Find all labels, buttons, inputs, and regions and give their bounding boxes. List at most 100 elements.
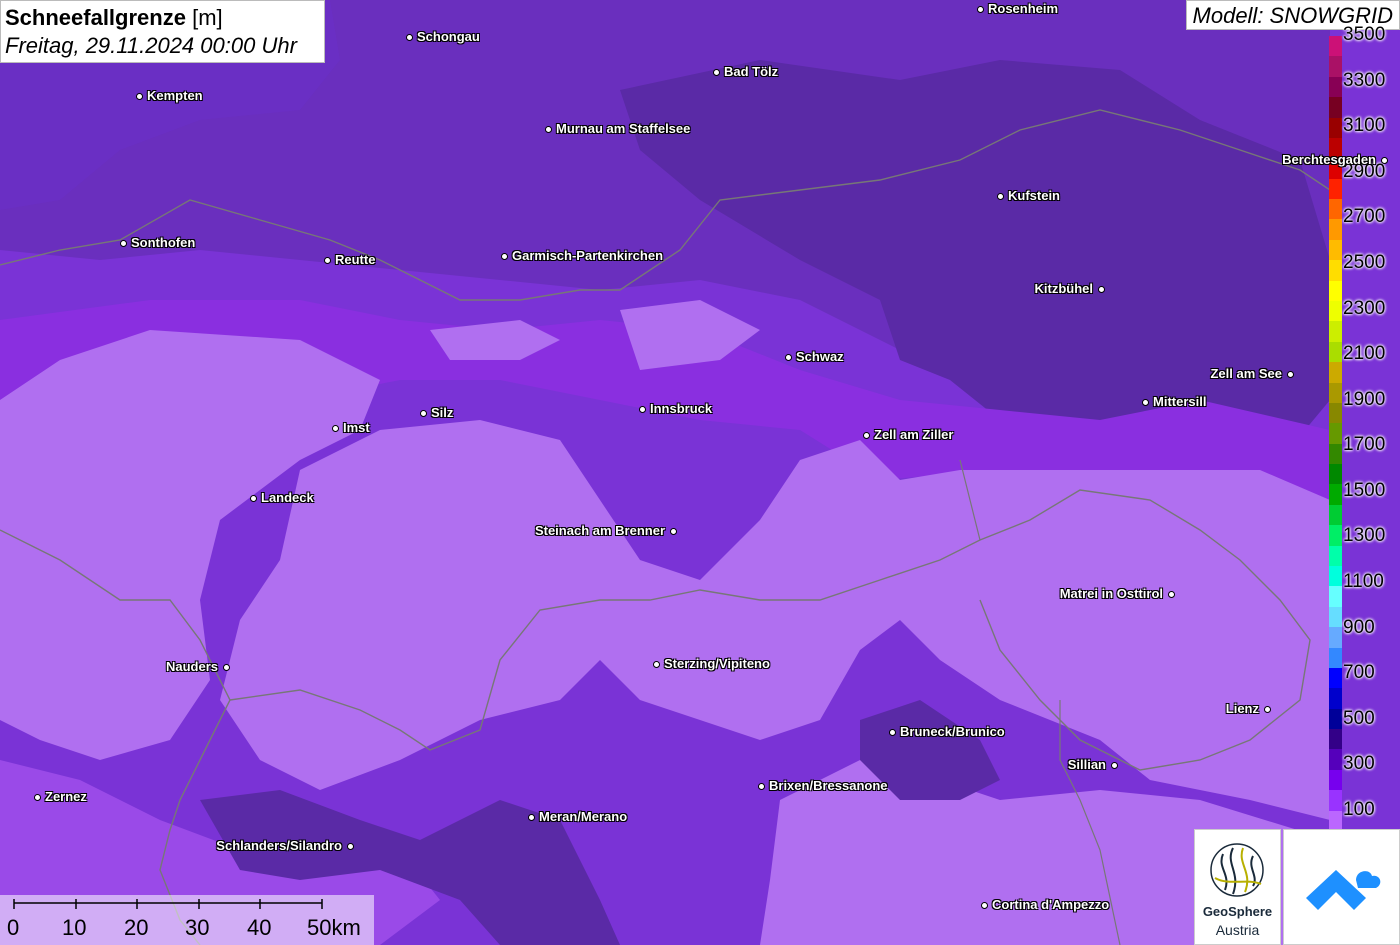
city-label: Berchtesgaden [1282, 152, 1376, 167]
city-marker [1380, 156, 1388, 164]
city-label: Innsbruck [650, 401, 713, 416]
legend-swatch [1329, 97, 1342, 119]
legend-label: 1900 [1343, 388, 1386, 410]
legend-swatch [1329, 790, 1342, 812]
city-marker [980, 901, 988, 909]
legend-swatch [1329, 36, 1342, 57]
city-marker [996, 192, 1004, 200]
legend-swatch [1329, 382, 1342, 404]
city-label: Mittersill [1153, 394, 1207, 409]
legend-swatch [1329, 423, 1342, 445]
snowgrid-logo[interactable] [1283, 829, 1400, 945]
geosphere-sub: Austria [1215, 922, 1260, 938]
scale-tick: 0 [7, 915, 20, 940]
legend-label: 2700 [1343, 206, 1386, 228]
legend-label: 700 [1343, 662, 1375, 684]
city-label: Sonthofen [131, 235, 196, 250]
legend-swatch [1329, 362, 1342, 384]
legend-swatch [1329, 504, 1342, 526]
city-label: Zell am See [1210, 366, 1282, 381]
legend-swatch [1329, 566, 1342, 587]
legend-swatch [1329, 525, 1342, 547]
legend-swatch [1329, 402, 1342, 424]
city-marker [888, 728, 896, 736]
city-marker [119, 239, 127, 247]
legend-label: 100 [1343, 799, 1375, 820]
city-marker [1097, 285, 1105, 293]
legend-swatch [1329, 301, 1342, 322]
city-label: Nauders [165, 659, 218, 674]
city-marker [135, 92, 143, 100]
geosphere-emblem-icon [1210, 843, 1264, 897]
city-marker [249, 494, 257, 502]
legend-swatch [1329, 606, 1342, 628]
legend-swatch [1329, 321, 1342, 343]
legend-label: 3100 [1343, 115, 1386, 137]
city-label: Schlanders/Silandro [216, 838, 342, 853]
city-label: Kufstein [1008, 188, 1060, 203]
legend-swatch [1329, 76, 1342, 98]
city-label: Cortina d'Ampezzo [992, 897, 1110, 912]
legend-swatch [1329, 443, 1342, 465]
city-label: Murnau am Staffelsee [556, 121, 691, 136]
city-marker [1167, 590, 1175, 598]
city-label: Zernez [45, 789, 87, 804]
snowline-map[interactable] [0, 0, 1400, 945]
city-marker [323, 256, 331, 264]
city-marker [784, 353, 792, 361]
city-label: Brixen/Bressanone [769, 778, 888, 793]
legend-swatch [1329, 219, 1342, 241]
legend-label: 2500 [1343, 251, 1386, 273]
scale-tick: 30 [185, 915, 210, 940]
legend-swatch [1329, 586, 1342, 608]
city-marker [419, 409, 427, 417]
city-marker [669, 527, 677, 535]
city-label: Kitzbühel [1034, 281, 1094, 296]
legend-swatch [1329, 239, 1342, 261]
city-marker [405, 33, 413, 41]
legend-swatch [1329, 341, 1342, 363]
city-marker [346, 842, 354, 850]
legend-label: 500 [1343, 707, 1375, 729]
city-marker [638, 405, 646, 413]
city-marker [1263, 705, 1271, 713]
legend-swatch [1329, 688, 1342, 710]
city-label: Rosenheim [988, 1, 1059, 16]
legend-swatch [1329, 627, 1342, 649]
legend-swatch [1329, 56, 1342, 78]
city-marker [527, 813, 535, 821]
city-label: Schwaz [796, 349, 844, 364]
legend-label: 3300 [1343, 69, 1386, 91]
city-marker [331, 424, 339, 432]
city-marker [544, 125, 552, 133]
legend-swatch [1329, 769, 1342, 791]
legend-label: 900 [1343, 616, 1375, 638]
legend-swatch [1329, 117, 1342, 139]
scale-bar: 0 10 20 30 40 50km [0, 895, 374, 945]
geosphere-logo[interactable]: GeoSphere Austria [1194, 829, 1281, 945]
city-marker [1141, 398, 1149, 406]
title-panel: Schneefallgrenze [m] Freitag, 29.11.2024… [0, 0, 325, 63]
city-label: Landeck [261, 490, 314, 505]
city-label: Bad Tölz [724, 64, 779, 79]
legend-swatch [1329, 708, 1342, 730]
city-marker [33, 793, 41, 801]
city-marker [712, 68, 720, 76]
scale-tick: 20 [124, 915, 149, 940]
geosphere-name: GeoSphere [1202, 904, 1273, 919]
legend-label: 2300 [1343, 297, 1386, 319]
legend-swatch [1329, 484, 1342, 506]
city-label: Schongau [417, 29, 480, 44]
legend-swatch [1329, 749, 1342, 771]
legend-label: 1500 [1343, 479, 1386, 501]
legend-label: 300 [1343, 753, 1375, 775]
city-marker [500, 252, 508, 260]
city-marker [862, 431, 870, 439]
legend-swatch [1329, 260, 1342, 282]
city-label: Imst [343, 420, 370, 435]
scale-tick: 40 [247, 915, 272, 940]
legend-swatch [1329, 647, 1342, 669]
city-label: Matrei in Osttirol [1059, 586, 1163, 601]
city-label: Kempten [147, 88, 203, 103]
city-label: Lienz [1225, 701, 1259, 716]
